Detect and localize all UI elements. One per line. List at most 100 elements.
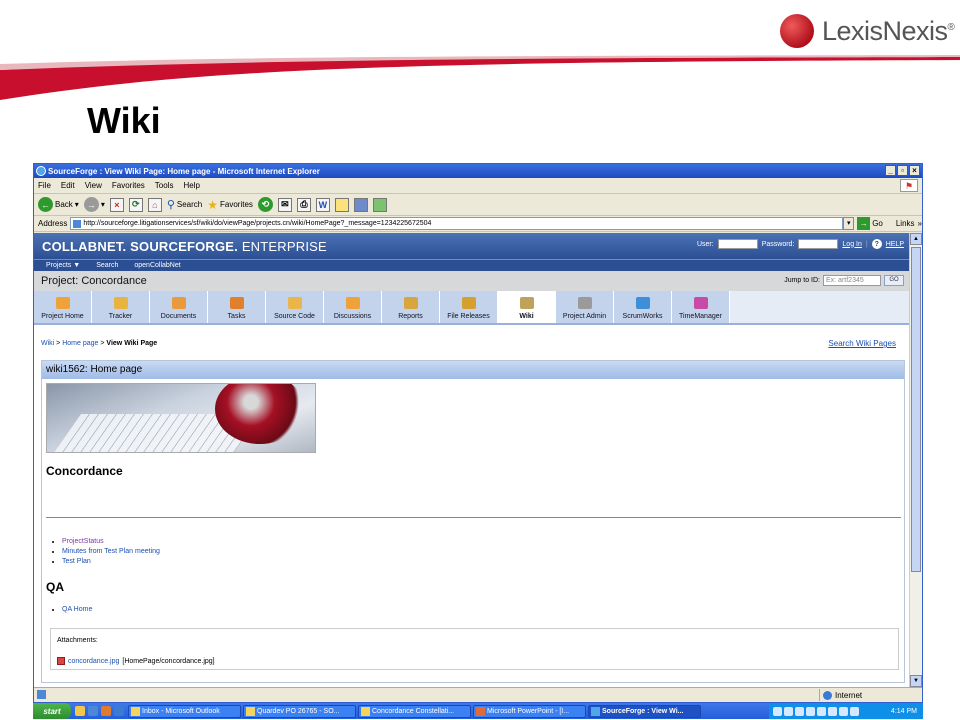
scroll-thumb[interactable]: [911, 247, 921, 572]
menu-file[interactable]: File: [38, 181, 51, 190]
go-button[interactable]: → Go: [857, 217, 883, 230]
list-item: QA Home: [62, 606, 92, 613]
quicklaunch-icon[interactable]: [75, 706, 85, 716]
tray-icon[interactable]: [828, 706, 837, 716]
refresh-icon[interactable]: ⟳: [128, 197, 143, 212]
link-minutes[interactable]: Minutes from Test Plan meeting: [62, 548, 160, 555]
scroll-down-icon[interactable]: ▼: [910, 675, 922, 687]
tab-reports[interactable]: Reports: [382, 291, 440, 323]
print-icon[interactable]: ⎙: [296, 197, 311, 212]
jump-go-button[interactable]: GO: [884, 275, 904, 286]
close-button[interactable]: ×: [909, 165, 920, 176]
edit-icon[interactable]: W: [315, 197, 330, 212]
tab-wiki[interactable]: Wiki: [498, 291, 556, 323]
back-button[interactable]: ← Back ▾: [38, 197, 79, 212]
help-icon[interactable]: ?: [871, 239, 882, 249]
tab-timemanager[interactable]: TimeManager: [672, 291, 730, 323]
minimize-button[interactable]: _: [885, 165, 896, 176]
breadcrumb-wiki[interactable]: Wiki: [41, 340, 54, 347]
menu-edit[interactable]: Edit: [61, 181, 75, 190]
tray-icon[interactable]: [839, 706, 848, 716]
breadcrumb-home[interactable]: Home page: [62, 340, 98, 347]
tab-project-home[interactable]: Project Home: [34, 291, 92, 323]
tray-icon[interactable]: [806, 706, 815, 716]
search-wiki-link[interactable]: Search Wiki Pages: [828, 339, 896, 348]
taskbar-item-quardev[interactable]: Quardev PO 26765 - SO...: [243, 704, 356, 718]
link-qa-home[interactable]: QA Home: [62, 606, 92, 613]
password-input[interactable]: [798, 239, 839, 249]
tab-discussions[interactable]: Discussions: [324, 291, 382, 323]
history-icon[interactable]: ⟲: [257, 197, 273, 212]
tray-icon[interactable]: [773, 706, 782, 716]
address-input[interactable]: http://sourceforge.litigationservices/sf…: [70, 217, 844, 230]
vertical-scrollbar[interactable]: ▲ ▼: [909, 233, 922, 687]
logo-text: LexisNexis: [822, 15, 948, 46]
tab-icon: [229, 297, 244, 309]
taskbar-item-powerpoint[interactable]: Microsoft PowerPoint - [I...: [473, 704, 586, 718]
tab-file-releases[interactable]: File Releases: [440, 291, 498, 323]
tray-icon[interactable]: [850, 706, 859, 716]
forward-button[interactable]: → ▾: [83, 197, 105, 212]
links-label[interactable]: Links: [896, 219, 915, 228]
stop-icon[interactable]: ×: [109, 197, 124, 212]
taskbar-item-concordance[interactable]: Concordance Constellati...: [358, 704, 471, 718]
tab-tasks[interactable]: Tasks: [208, 291, 266, 323]
powerpoint-icon: [476, 706, 485, 716]
chevron-right-icon[interactable]: »: [918, 219, 922, 228]
quicklaunch-icon[interactable]: [88, 706, 98, 716]
tray-icon[interactable]: [784, 706, 793, 716]
jump-label: Jump to ID:: [784, 277, 820, 284]
quicklaunch-icon[interactable]: [101, 706, 111, 716]
tab-scrumworks[interactable]: ScrumWorks: [614, 291, 672, 323]
tab-icon: [693, 297, 708, 309]
link-projectstatus[interactable]: ProjectStatus: [62, 538, 104, 545]
messenger-icon[interactable]: [372, 197, 387, 212]
tab-project-admin[interactable]: Project Admin: [556, 291, 614, 323]
menu-bar: File Edit View Favorites Tools Help ⚑: [34, 178, 922, 194]
home-icon[interactable]: ⌂: [147, 197, 162, 212]
logo-ball-icon: [780, 14, 814, 48]
zone-label: Internet: [835, 690, 863, 700]
address-bar: Address http://sourceforge.litigationser…: [34, 216, 922, 232]
wiki-banner-image: [46, 383, 316, 453]
help-link[interactable]: HELP: [886, 241, 904, 248]
scroll-up-icon[interactable]: ▲: [910, 233, 922, 245]
taskbar-item-outlook[interactable]: Inbox - Microsoft Outlook: [128, 704, 241, 718]
menu-view[interactable]: View: [85, 181, 102, 190]
discuss-icon[interactable]: [334, 197, 349, 212]
link-test-plan[interactable]: Test Plan: [62, 558, 91, 565]
ie-icon: [591, 706, 600, 716]
favorites-button[interactable]: ★ Favorites: [207, 198, 253, 212]
user-input[interactable]: [717, 239, 758, 249]
tray-icon[interactable]: [795, 706, 804, 716]
address-dropdown-icon[interactable]: ▾: [843, 217, 855, 230]
tab-icon: [55, 297, 70, 309]
breadcrumb-sep: >: [56, 340, 61, 347]
restore-button[interactable]: ▫: [897, 165, 908, 176]
menu-help[interactable]: Help: [183, 181, 199, 190]
nav-opencollabnet[interactable]: openCollabNet: [134, 262, 180, 269]
go-arrow-icon: →: [857, 217, 871, 230]
tray-icon[interactable]: [817, 706, 826, 716]
taskbar-item-sourceforge[interactable]: SourceForge : View Wi...: [588, 704, 701, 718]
search-button[interactable]: ⚲ Search: [167, 198, 202, 211]
menu-tools[interactable]: Tools: [155, 181, 174, 190]
page-status-icon: [37, 690, 46, 699]
tab-source-code[interactable]: Source Code: [266, 291, 324, 323]
start-button[interactable]: start: [33, 703, 71, 719]
quicklaunch-icon[interactable]: [114, 706, 124, 716]
nav-search[interactable]: Search: [96, 262, 118, 269]
tab-tracker[interactable]: Tracker: [92, 291, 150, 323]
login-link[interactable]: Log In: [842, 241, 861, 248]
research-icon[interactable]: [353, 197, 368, 212]
tab-documents[interactable]: Documents: [150, 291, 208, 323]
project-title: Project: Concordance: [41, 275, 147, 287]
attachment-link[interactable]: concordance.jpg: [68, 658, 119, 665]
menu-favorites[interactable]: Favorites: [112, 181, 145, 190]
breadcrumb: Wiki > Home page > View Wiki Page: [41, 340, 157, 347]
nav-projects[interactable]: Projects ▼: [46, 262, 80, 269]
jump-input[interactable]: Ex: artf2345: [823, 275, 881, 286]
sf-nav: Projects ▼ Search openCollabNet: [34, 259, 910, 271]
mail-icon[interactable]: ✉: [277, 197, 292, 212]
attachment-row: concordance.jpg [HomePage/concordance.jp…: [57, 657, 215, 665]
